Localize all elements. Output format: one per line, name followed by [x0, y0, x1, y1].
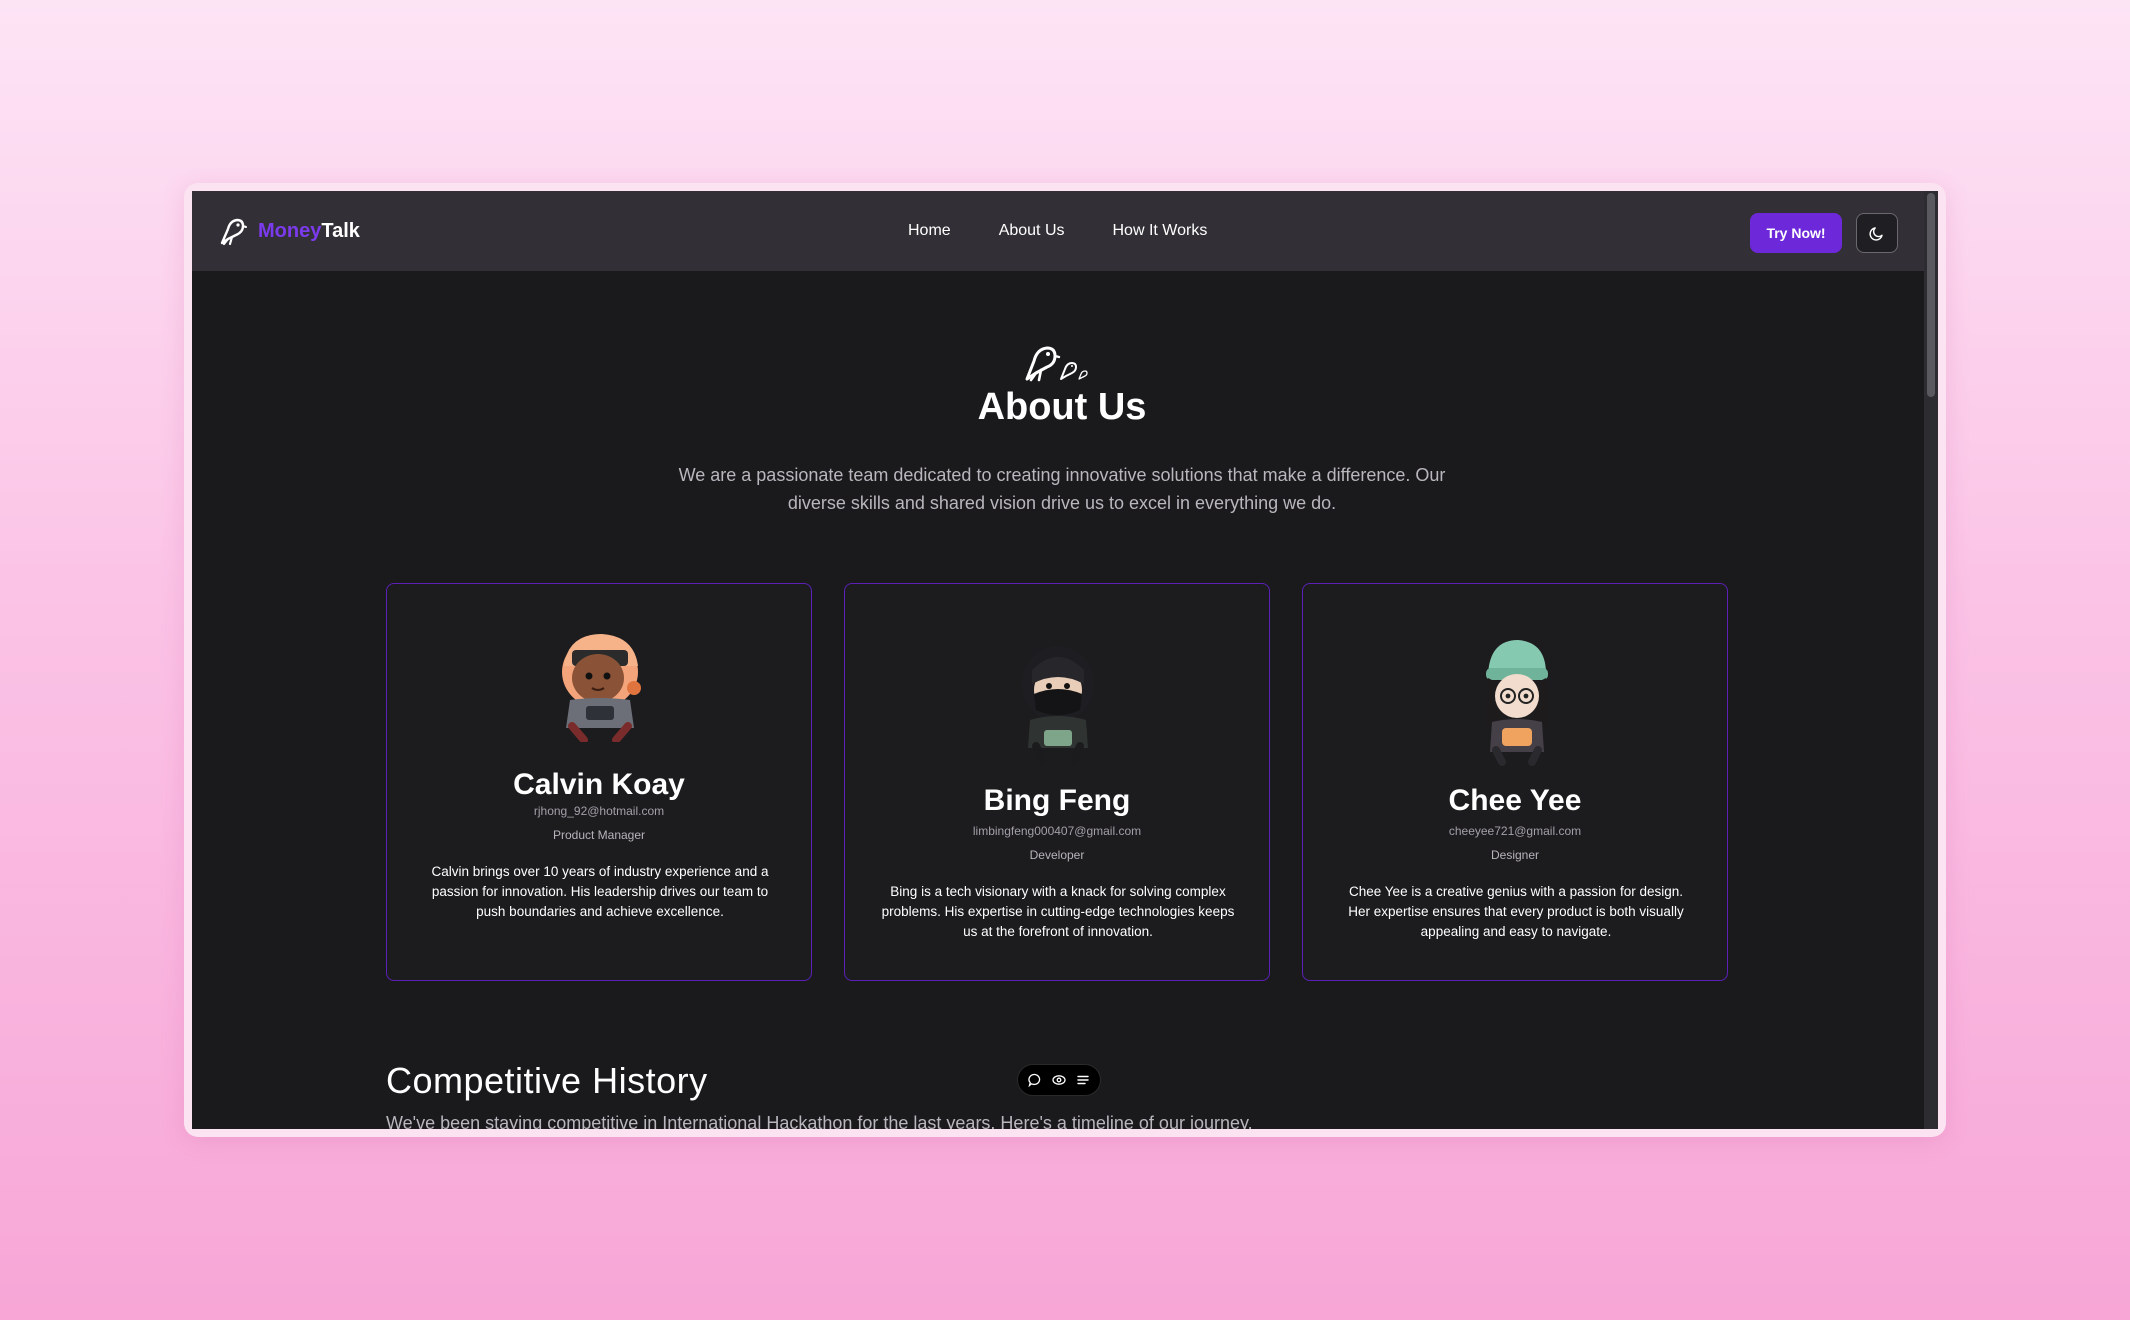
member-role: Designer — [1490, 848, 1540, 862]
avatar — [1486, 640, 1548, 766]
nav-link-about-us[interactable]: About Us — [999, 222, 1065, 240]
app-window: MoneyTalk Home About Us How It Works Try… — [192, 191, 1938, 1129]
section-title-competitive-history: Competitive History — [386, 1060, 708, 1101]
page-title: About Us — [977, 386, 1147, 428]
brand-name-part2: Talk — [321, 219, 360, 242]
member-name: Bing Feng — [983, 784, 1131, 817]
theme-toggle-button[interactable] — [1856, 213, 1898, 253]
brand-name-part1: Money — [258, 219, 322, 242]
member-email[interactable]: limbingfeng000407@gmail.com — [845, 824, 1269, 838]
birds-logo-icon — [1025, 346, 1088, 382]
team-card-calvin-koay: Calvin Koay rjhong_92@hotmail.com Produc… — [386, 583, 812, 981]
nav-link-home[interactable]: Home — [908, 222, 951, 240]
avatar — [562, 634, 641, 742]
team-card-chee-yee: Chee Yee cheeyee721@gmail.com Designer C… — [1302, 583, 1728, 981]
nav-links: Home About Us How It Works — [908, 191, 1255, 271]
scrollbar-thumb[interactable] — [1927, 193, 1935, 397]
eye-icon[interactable] — [1052, 1073, 1066, 1087]
browser-frame: MoneyTalk Home About Us How It Works Try… — [184, 183, 1946, 1137]
bird-logo-icon — [220, 218, 247, 246]
member-bio: Bing is a tech visionary with a knack fo… — [881, 884, 1235, 939]
page-description: We are a passionate team dedicated to cr… — [678, 465, 1446, 513]
member-role: Product Manager — [552, 828, 646, 842]
brand[interactable]: MoneyTalk — [216, 215, 360, 247]
member-name: Chee Yee — [1448, 784, 1582, 817]
member-bio: Chee Yee is a creative genius with a pas… — [1348, 884, 1684, 939]
member-bio: Calvin brings over 10 years of industry … — [431, 864, 769, 919]
member-name: Calvin Koay — [513, 768, 685, 801]
try-now-button[interactable]: Try Now! — [1750, 213, 1842, 253]
member-role: Developer — [1029, 848, 1085, 862]
team-card-bing-feng: Bing Feng limbingfeng000407@gmail.com De… — [844, 583, 1270, 981]
moon-icon — [1869, 227, 1883, 241]
scrollbar[interactable] — [1924, 191, 1938, 1129]
floating-toolbar — [1017, 1064, 1101, 1096]
member-email[interactable]: rjhong_92@hotmail.com — [387, 804, 811, 818]
avatar — [1022, 646, 1094, 764]
brand-name: MoneyTalk — [258, 220, 360, 243]
list-icon[interactable] — [1076, 1073, 1090, 1087]
section-subtitle: We've been staying competitive in Intern… — [386, 1113, 1253, 1129]
chat-icon[interactable] — [1028, 1073, 1042, 1087]
navbar: MoneyTalk Home About Us How It Works Try… — [192, 191, 1924, 271]
nav-link-how-it-works[interactable]: How It Works — [1113, 222, 1208, 240]
member-email[interactable]: cheeyee721@gmail.com — [1303, 824, 1727, 838]
